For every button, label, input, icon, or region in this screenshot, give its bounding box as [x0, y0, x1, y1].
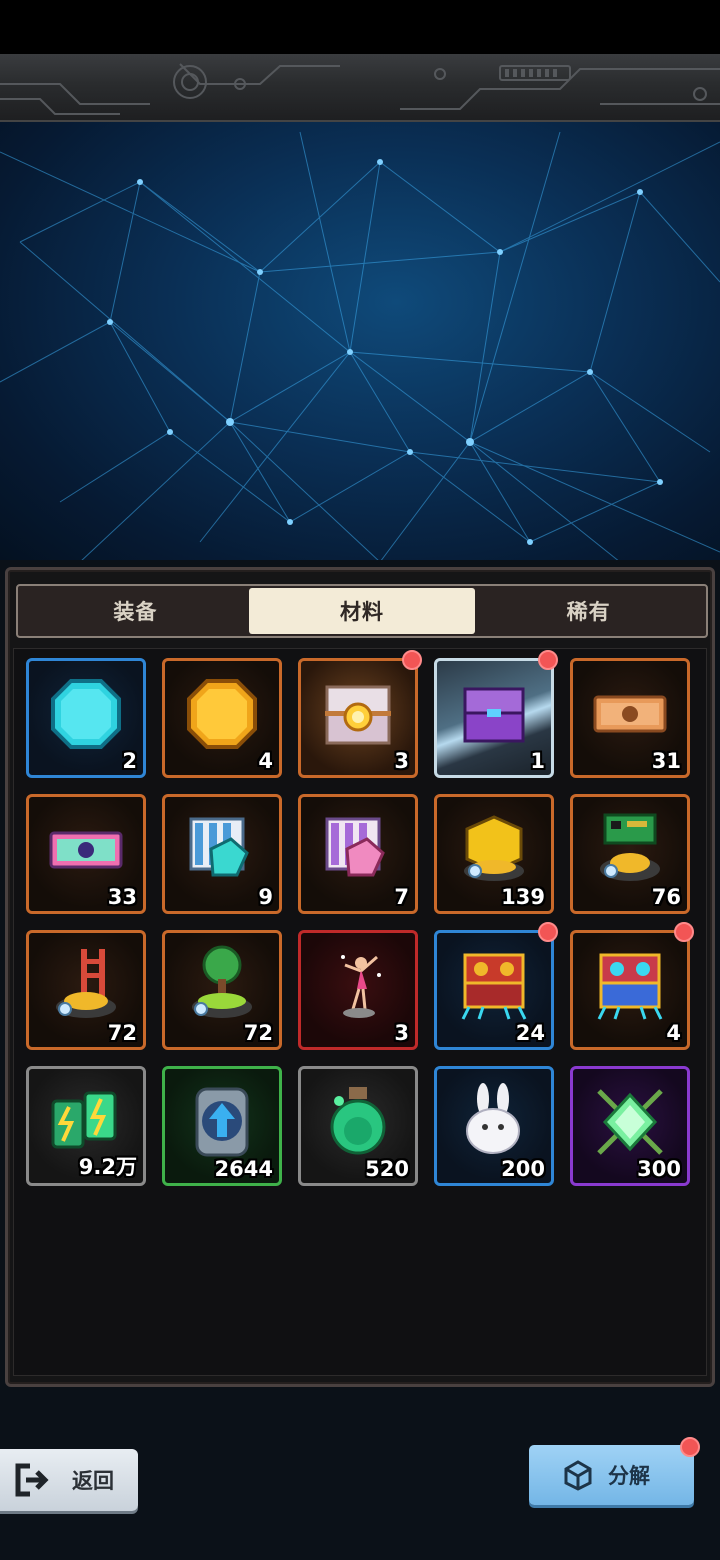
item-slot-rainbow-ticket[interactable]: 33	[26, 794, 146, 914]
item-slot-gold-coin[interactable]: 4	[162, 658, 282, 778]
item-slot-dancer[interactable]: 3	[298, 930, 418, 1050]
white-rabbit-icon	[466, 1083, 520, 1154]
purple-treasure-chest-icon	[463, 687, 525, 743]
new-item-badge	[538, 922, 558, 942]
item-slot-green-crystal[interactable]: 300	[570, 1066, 690, 1186]
new-item-badge	[674, 922, 694, 942]
tab-rare[interactable]: 稀有	[475, 588, 702, 634]
item-count: 200	[501, 1157, 545, 1181]
item-slot-pink-coupon[interactable]: 7	[298, 794, 418, 914]
blue-mech-chest-icon	[597, 953, 663, 1020]
inventory-panel: 装备 材料 稀有 2 4 3 1 31 33 9 7 139 76 72 72 …	[5, 567, 715, 1387]
item-slot-tree[interactable]: 72	[162, 930, 282, 1050]
item-slot-cyan-gem[interactable]: 2	[26, 658, 146, 778]
item-count: 139	[501, 885, 545, 909]
item-count: 24	[515, 1021, 545, 1045]
green-crystal-icon	[597, 1089, 663, 1155]
dancer-figurine-icon	[341, 955, 381, 1018]
item-slot-purple-chest[interactable]: 1	[434, 658, 554, 778]
item-slot-gold-chest[interactable]: 3	[298, 658, 418, 778]
item-count: 3	[394, 1021, 409, 1045]
item-grid: 2 4 3 1 31 33 9 7 139 76 72 72 3 24 4 9.…	[13, 648, 707, 1376]
item-slot-white-rabbit[interactable]: 200	[434, 1066, 554, 1186]
new-item-badge	[402, 650, 422, 670]
cube-icon	[564, 1460, 592, 1491]
rainbow-ticket-icon	[49, 831, 123, 869]
item-slot-arrow-chip[interactable]: 2644	[162, 1066, 282, 1186]
item-slot-exp-potion[interactable]: 520	[298, 1066, 418, 1186]
gold-cube-pile-icon	[464, 815, 524, 881]
item-count: 2	[122, 749, 137, 773]
gold-treasure-chest-icon	[325, 685, 391, 745]
item-slot-bronze-ticket[interactable]: 31	[570, 658, 690, 778]
item-count: 31	[651, 749, 681, 773]
item-count: 7	[394, 885, 409, 909]
ladder-pile-icon	[56, 949, 116, 1018]
decompose-label: 分解	[608, 1465, 650, 1488]
item-slot-cyan-coupon[interactable]: 9	[162, 794, 282, 914]
red-mech-chest-icon	[461, 953, 527, 1020]
item-slot-energy-battery[interactable]: 9.2万	[26, 1066, 146, 1186]
status-bar	[0, 0, 720, 54]
item-count: 520	[365, 1157, 409, 1181]
item-count: 9	[258, 885, 273, 909]
item-count: 4	[258, 749, 273, 773]
bronze-ticket-icon	[593, 695, 667, 733]
back-label: 返回	[72, 1470, 114, 1493]
network-lines	[0, 131, 720, 563]
circuit-header-decoration	[0, 54, 720, 122]
item-slot-red-mech-chest[interactable]: 24	[434, 930, 554, 1050]
item-count: 4	[666, 1021, 681, 1045]
tab-equipment[interactable]: 装备	[22, 588, 249, 634]
blue-arrow-chip-icon	[195, 1087, 249, 1157]
item-count: 3	[394, 749, 409, 773]
tree-pile-icon	[192, 945, 252, 1018]
decompose-button[interactable]: 分解	[529, 1445, 694, 1505]
item-count: 1	[530, 749, 545, 773]
item-count: 300	[637, 1157, 681, 1181]
exit-icon	[15, 1463, 49, 1497]
cyan-gem-icon	[51, 679, 121, 749]
tab-materials[interactable]: 材料	[248, 588, 476, 634]
item-count: 72	[243, 1021, 273, 1045]
decompose-notification-badge	[680, 1437, 700, 1457]
item-count: 33	[107, 885, 137, 909]
item-slot-circuit-board[interactable]: 76	[570, 794, 690, 914]
new-item-badge	[538, 650, 558, 670]
item-count: 9.2万	[78, 1155, 137, 1179]
circuit-board-pile-icon	[600, 813, 660, 881]
gold-coin-icon	[187, 679, 257, 749]
exp-potion-icon	[330, 1087, 386, 1155]
item-slot-ladder[interactable]: 72	[26, 930, 146, 1050]
item-slot-gold-cube[interactable]: 139	[434, 794, 554, 914]
item-count: 2644	[214, 1157, 273, 1181]
item-slot-blue-mech-chest[interactable]: 4	[570, 930, 690, 1050]
category-tab-bar: 装备 材料 稀有	[16, 584, 708, 638]
cyan-exchange-coupon-icon	[189, 817, 249, 877]
network-background	[0, 122, 720, 572]
pink-exchange-coupon-icon	[325, 817, 385, 877]
item-count: 72	[107, 1021, 137, 1045]
item-count: 76	[651, 885, 681, 909]
back-button[interactable]: 返回	[0, 1449, 138, 1511]
